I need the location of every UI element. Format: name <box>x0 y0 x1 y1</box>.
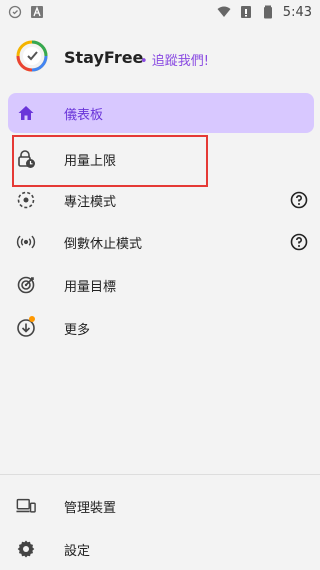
sim-icon <box>240 6 251 18</box>
menu-item-settings[interactable]: 設定 <box>8 529 314 569</box>
menu-item-label: 管理裝置 <box>64 500 117 516</box>
focus-icon <box>16 190 36 210</box>
target-icon <box>16 275 36 295</box>
clock-circle-icon <box>8 5 22 19</box>
divider <box>0 474 320 475</box>
menu-item-countdown-break-mode[interactable]: 倒數休止模式 <box>8 222 314 262</box>
help-icon[interactable] <box>290 233 308 251</box>
follow-us-link[interactable]: • 追蹤我們! <box>140 50 209 69</box>
menu-item-focus-mode[interactable]: 專注模式 <box>8 180 314 220</box>
menu-item-label: 倒數休止模式 <box>64 236 143 252</box>
broadcast-icon <box>16 232 36 252</box>
menu-item-label: 專注模式 <box>64 194 117 210</box>
menu-item-usage-goals[interactable]: 用量目標 <box>8 265 314 305</box>
app-name: StayFree <box>64 48 144 67</box>
home-icon <box>16 103 36 123</box>
status-bar: 5:43 <box>0 0 320 24</box>
wifi-icon <box>217 6 231 17</box>
menu-item-label: 用量目標 <box>64 279 117 295</box>
menu-item-label: 設定 <box>64 543 91 559</box>
menu-item-dashboard[interactable]: 儀表板 <box>8 93 314 133</box>
help-icon[interactable] <box>290 191 308 209</box>
battery-icon <box>263 5 272 19</box>
notification-badge-dot <box>29 316 35 322</box>
stayfree-logo-icon <box>16 40 48 72</box>
devices-icon <box>16 496 36 516</box>
gear-icon <box>16 539 36 559</box>
menu-item-more[interactable]: 更多 <box>8 308 314 348</box>
a-icon <box>31 6 43 18</box>
menu-item-manage-devices[interactable]: 管理裝置 <box>8 486 314 526</box>
drawer-header: StayFree • 追蹤我們! <box>0 36 320 84</box>
menu-item-label: 儀表板 <box>64 107 104 123</box>
status-time: 5:43 <box>282 4 312 20</box>
menu-item-label: 更多 <box>64 322 91 338</box>
